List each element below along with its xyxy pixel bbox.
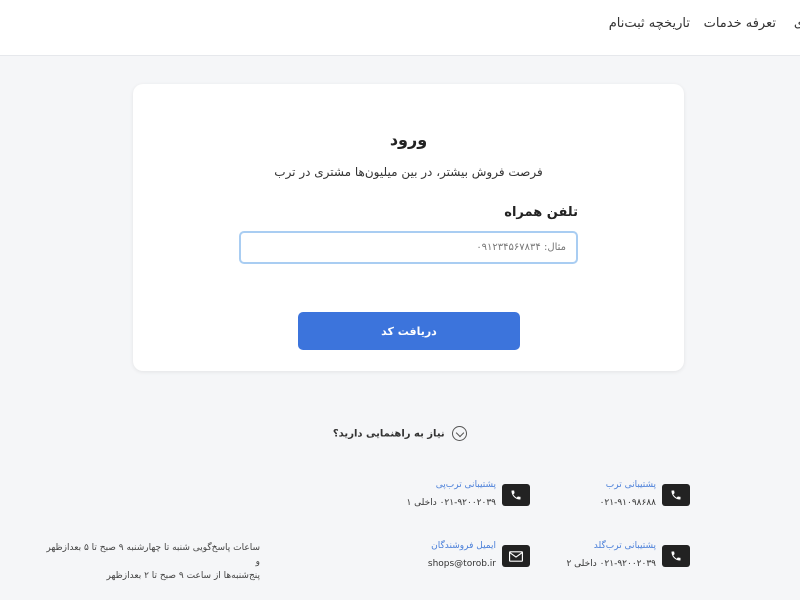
contact-title: پشتیبانی ترب xyxy=(605,480,656,490)
phone-icon xyxy=(502,484,530,506)
nav-item-service-tariff[interactable]: تعرفه خدمات xyxy=(704,16,776,31)
top-navbar: ی تعرفه خدمات تاریخچه ثبت‌نام xyxy=(0,0,800,56)
support-hours-line-1: ساعات پاسخ‌گویی شنبه تا چهارشنبه ۹ صبح ت… xyxy=(46,543,260,567)
phone-icon xyxy=(662,545,690,567)
contact-title: ایمیل فروشندگان xyxy=(431,541,496,551)
nav-item-cut[interactable]: ی xyxy=(794,16,800,31)
get-code-button[interactable]: دریافت کد xyxy=(298,312,520,350)
contact-phone[interactable]: ۰۲۱-۹۲۰۰۲۰۳۹ داخلی ۱ xyxy=(406,498,496,508)
nav-item-registration-history[interactable]: تاریخچه ثبت‌نام xyxy=(609,16,690,31)
contact-torobgold-support: پشتیبانی ترب‌گلد ۰۲۱-۹۲۰۰۲۰۳۹ داخلی ۲ xyxy=(560,541,690,569)
contact-torobpay-support: پشتیبانی ترب‌پی ۰۲۱-۹۲۰۰۲۰۳۹ داخلی ۱ xyxy=(360,480,530,508)
phone-icon xyxy=(662,484,690,506)
help-text: نیاز به راهنمایی دارید؟ xyxy=(332,428,445,440)
mail-icon xyxy=(502,545,530,567)
login-title: ورود xyxy=(389,130,428,149)
contact-seller-email: ایمیل فروشندگان shops@torob.ir xyxy=(360,541,530,569)
contact-title: پشتیبانی ترب‌گلد xyxy=(593,541,656,551)
support-hours-line-2: پنج‌شنبه‌ها از ساعت ۹ صبح تا ۲ بعدازظهر xyxy=(106,571,261,581)
phone-label: تلفن همراه xyxy=(504,205,578,220)
contact-torob-support: پشتیبانی ترب ۰۲۱-۹۱۰۹۸۶۸۸ xyxy=(560,480,690,508)
chevron-down-icon xyxy=(452,426,468,441)
phone-input[interactable] xyxy=(239,231,578,264)
contact-phone[interactable]: ۰۲۱-۹۱۰۹۸۶۸۸ xyxy=(600,498,656,508)
login-card: ورود فرصت فروش بیشتر، در بین میلیون‌ها م… xyxy=(133,84,684,371)
contact-title: پشتیبانی ترب‌پی xyxy=(435,480,496,490)
contact-email[interactable]: shops@torob.ir xyxy=(428,559,496,569)
support-hours: ساعات پاسخ‌گویی شنبه تا چهارشنبه ۹ صبح ت… xyxy=(40,541,260,583)
login-subtitle: فرصت فروش بیشتر، در بین میلیون‌ها مشتری … xyxy=(274,165,543,179)
contact-phone[interactable]: ۰۲۱-۹۲۰۰۲۰۳۹ داخلی ۲ xyxy=(566,559,656,569)
help-toggle[interactable]: نیاز به راهنمایی دارید؟ xyxy=(0,426,800,441)
